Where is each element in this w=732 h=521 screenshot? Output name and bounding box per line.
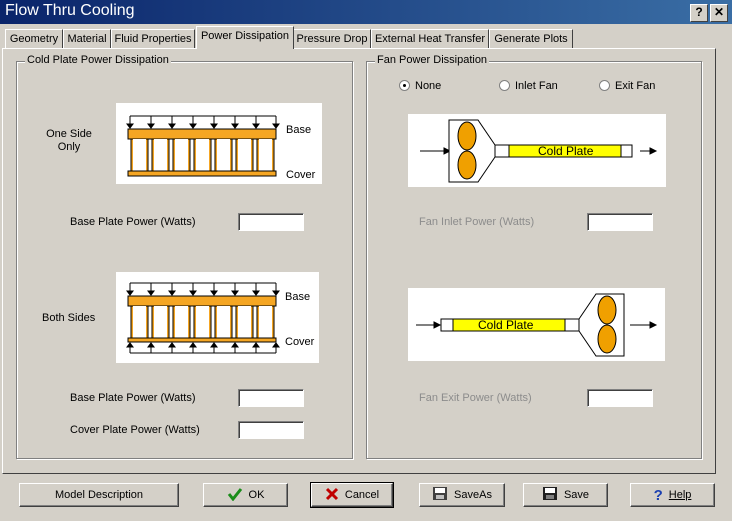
save-as-button[interactable]: SaveAs: [419, 483, 505, 507]
help-question-icon: ?: [653, 486, 663, 504]
close-button[interactable]: ✕: [710, 4, 728, 22]
exit-fan-diagram: Cold Plate: [408, 288, 665, 361]
radio-exit-fan[interactable]: [599, 80, 610, 91]
radio-inlet-fan[interactable]: [499, 80, 510, 91]
cancel-x-icon: [325, 487, 339, 504]
tab-geometry[interactable]: Geometry: [5, 29, 63, 49]
fan-group-title: Fan Power Dissipation: [375, 54, 490, 66]
both-sides-label: Both Sides: [42, 312, 96, 324]
radio-none-label: None: [415, 80, 442, 92]
checkmark-icon: [227, 487, 243, 504]
fan-exit-power-input[interactable]: [587, 389, 653, 407]
radio-inlet-fan-label: Inlet Fan: [515, 80, 558, 92]
one-side-base-label: Base: [286, 124, 312, 136]
both-sides-base-power-input[interactable]: [238, 389, 304, 407]
inlet-fan-image: [420, 119, 658, 183]
ok-button[interactable]: OK: [203, 483, 288, 507]
radio-none[interactable]: [399, 80, 410, 91]
inlet-fan-diagram: Cold Plate: [408, 114, 666, 187]
help-title-button[interactable]: ?: [690, 4, 708, 22]
tab-generate-plots[interactable]: Generate Plots: [489, 29, 573, 49]
fan-exit-power-label: Fan Exit Power (Watts): [419, 392, 532, 404]
tab-fluid-properties[interactable]: Fluid Properties: [111, 29, 195, 49]
one-side-diagram: Base Cover: [116, 103, 322, 184]
save-label: Save: [563, 489, 590, 501]
tab-pressure-drop[interactable]: Pressure Drop: [293, 29, 371, 49]
tab-power-dissipation[interactable]: Power Dissipation: [196, 26, 294, 49]
tab-external-heat-transfer[interactable]: External Heat Transfer: [371, 29, 489, 49]
one-side-base-power-label: Base Plate Power (Watts): [70, 216, 196, 228]
cold-plate-group-title: Cold Plate Power Dissipation: [25, 54, 171, 66]
window-title: Flow Thru Cooling: [5, 2, 135, 19]
cancel-label: Cancel: [344, 489, 380, 501]
one-side-base-power-input[interactable]: [238, 213, 304, 231]
both-sides-cover-label: Cover: [285, 336, 315, 348]
exit-fan-image: [416, 293, 658, 357]
ok-label: OK: [248, 489, 265, 501]
exit-cold-plate-label: Cold Plate: [478, 318, 534, 332]
one-side-cover-label: Cover: [286, 169, 316, 181]
save-as-label: SaveAs: [454, 489, 492, 501]
both-sides-diagram: Base Cover: [116, 272, 319, 363]
cancel-button[interactable]: Cancel: [310, 482, 394, 508]
model-description-button[interactable]: Model Description: [19, 483, 179, 507]
help-label: Help: [668, 489, 692, 501]
radio-exit-fan-label: Exit Fan: [615, 80, 656, 92]
inlet-cold-plate-label: Cold Plate: [538, 144, 594, 158]
model-description-label: Model Description: [54, 489, 144, 501]
save-button[interactable]: Save: [523, 483, 608, 507]
one-side-label: One Side Only: [46, 128, 92, 153]
both-sides-plate-image: [126, 282, 280, 354]
both-sides-cover-power-input[interactable]: [238, 421, 304, 439]
save-as-disk-icon: [432, 486, 448, 504]
both-sides-base-power-label: Base Plate Power (Watts): [70, 392, 196, 404]
both-sides-base-label: Base: [285, 291, 311, 303]
fan-inlet-power-label: Fan Inlet Power (Watts): [419, 216, 535, 228]
tab-material[interactable]: Material: [63, 29, 111, 49]
help-button[interactable]: ? Help: [630, 483, 715, 507]
save-disk-icon: [542, 486, 558, 504]
both-sides-cover-power-label: Cover Plate Power (Watts): [70, 424, 200, 436]
fan-inlet-power-input[interactable]: [587, 213, 653, 231]
title-bar: Flow Thru Cooling ? ✕: [0, 0, 732, 24]
